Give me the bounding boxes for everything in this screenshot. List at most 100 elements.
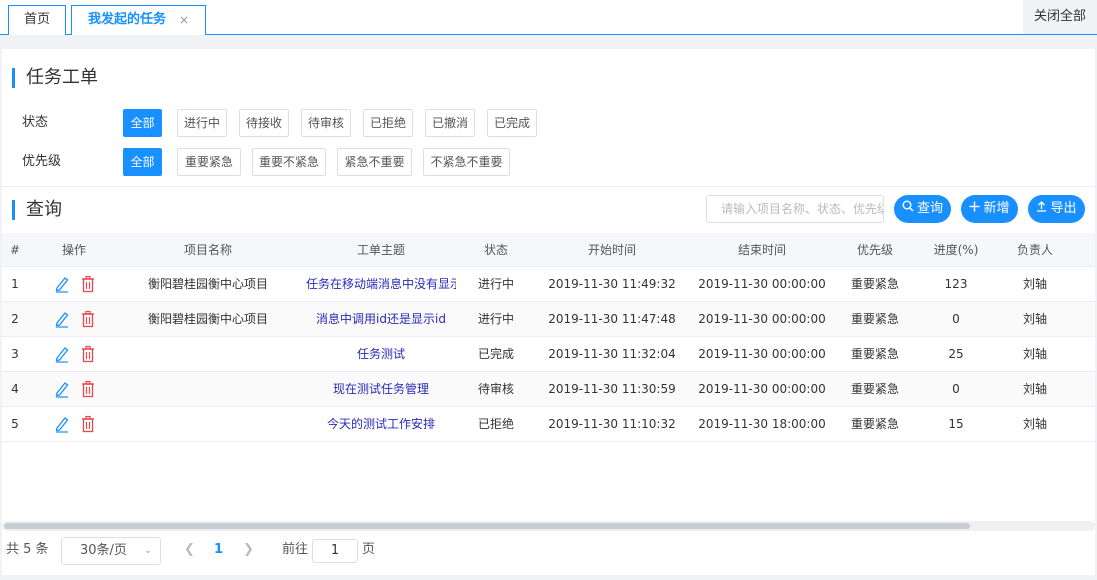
delete-icon[interactable] (80, 275, 96, 293)
col-owner-cell: 刘轴 (1022, 312, 1047, 326)
delete-icon[interactable] (80, 415, 96, 433)
col-priority-cell: 重要紧急 (850, 347, 899, 361)
col-owner-cell: 刘轴 (1022, 277, 1047, 291)
col-subject-cell[interactable]: 任务测试 (306, 337, 456, 371)
delete-icon[interactable] (80, 380, 96, 398)
delete-icon[interactable] (80, 345, 96, 363)
col-owner-cell: 刘轴 (1022, 347, 1047, 361)
priority-filter-option[interactable]: 紧急不重要 (337, 148, 412, 176)
status-filter-option[interactable]: 已撤消 (425, 109, 475, 137)
table-row: 3 任务测试 已完成 2019-11-30 11:32:04 2019-11-30 00… (2, 337, 1095, 372)
priority-filter-label: 优先级 (22, 154, 62, 169)
horizontal-scrollbar[interactable] (2, 521, 1095, 531)
col-subject-header: 工单主题 (356, 243, 405, 257)
col-start-header: 开始时间 (587, 243, 636, 257)
col-progress-cell: 123 (944, 277, 968, 291)
search-button[interactable]: 查询 (894, 195, 951, 223)
col-owner-header: 负责人 (1016, 243, 1053, 257)
priority-filter-option[interactable]: 重要紧急 (177, 148, 241, 176)
col-index-header: # (9, 243, 21, 257)
col-end-cell: 2019-11-30 00:00:00 (698, 382, 826, 396)
goto-page-input[interactable]: 1 (312, 539, 358, 563)
tab-my-tasks[interactable]: 我发起的任务 × (71, 5, 206, 35)
col-subject-cell[interactable]: 现在测试任务管理 (306, 372, 456, 406)
col-index-cell: 5 (11, 417, 19, 431)
col-priority-header: 优先级 (856, 243, 893, 257)
col-status-cell: 已拒绝 (477, 417, 514, 431)
status-filter-option[interactable]: 全部 (123, 109, 162, 137)
status-filter-option[interactable]: 进行中 (177, 109, 227, 137)
col-project-cell: 衡阳碧桂园衡中心项目 (147, 312, 268, 326)
col-priority-cell: 重要紧急 (850, 382, 899, 396)
col-end-header: 结束时间 (737, 243, 786, 257)
status-filter-option[interactable]: 待接收 (239, 109, 289, 137)
col-status-cell: 进行中 (477, 277, 514, 291)
search-icon (902, 195, 914, 223)
priority-filter-option[interactable]: 重要不紧急 (252, 148, 326, 176)
col-progress-cell: 25 (948, 347, 964, 361)
edit-icon[interactable] (54, 310, 70, 328)
pagination: 共 5 条 30条/页 ⌄ ❮ 1 ❯ 前往 1 页 (2, 535, 1095, 565)
status-filter-option[interactable]: 待审核 (301, 109, 351, 137)
col-progress-header: 进度(%) (933, 243, 979, 257)
plus-icon (969, 195, 980, 223)
close-all-button[interactable]: 关闭全部 (1023, 0, 1097, 34)
tab-home[interactable]: 首页 (8, 5, 66, 35)
table-body: 1 衡阳碧桂园衡中心项目 任务在移动端消息中没有显示 进行中 2019-11-30 11… (2, 267, 1095, 442)
main-panel: 任务工单 状态 全部 进行中 待接收 待审核 已拒绝 已撤消 已完成 优先级 全部 重要紧急重… (2, 49, 1095, 575)
search-input[interactable]: 请输入项目名称、状态、优先级 (706, 195, 884, 223)
col-progress-cell: 0 (952, 312, 960, 326)
col-subject-cell[interactable]: 消息中调用id还是显示id (306, 302, 456, 336)
table-row: 2 衡阳碧桂园衡中心项目 消息中调用id还是显示id 进行中 2019-11-30 11… (2, 302, 1095, 337)
col-status-cell: 进行中 (477, 312, 514, 326)
edit-icon[interactable] (54, 345, 70, 363)
section-title: 任务工单 (12, 67, 98, 89)
status-filter-option[interactable]: 已完成 (487, 109, 537, 137)
page-size-select[interactable]: 30条/页 ⌄ (61, 537, 161, 565)
col-status-cell: 待审核 (477, 382, 514, 396)
priority-filter-option[interactable]: 全部 (123, 148, 162, 176)
col-index-cell: 1 (11, 277, 19, 291)
col-end-cell: 2019-11-30 00:00:00 (698, 347, 826, 361)
edit-icon[interactable] (54, 415, 70, 433)
current-page-number[interactable]: 1 (214, 535, 223, 565)
delete-icon[interactable] (80, 310, 96, 328)
priority-filter-option[interactable]: 不紧急不重要 (423, 148, 510, 176)
scrollbar-thumb[interactable] (4, 523, 970, 529)
col-progress-cell: 0 (952, 382, 960, 396)
col-owner-cell: 刘轴 (1022, 382, 1047, 396)
col-priority-cell: 重要紧急 (850, 417, 899, 431)
edit-icon[interactable] (54, 275, 70, 293)
task-table: # 操作 项目名称 工单主题 状态 开始时间 结束时间 优先级 进度(%) 负责人 1 衡阳碧桂园衡… (2, 233, 1095, 442)
tab-home-label: 首页 (23, 12, 50, 27)
col-index-cell: 2 (11, 312, 19, 326)
edit-icon[interactable] (54, 380, 70, 398)
export-button[interactable]: 导出 (1028, 195, 1085, 223)
add-button-label: 新增 (983, 201, 1010, 216)
table-row: 1 衡阳碧桂园衡中心项目 任务在移动端消息中没有显示 进行中 2019-11-30 11… (2, 267, 1095, 302)
col-project-cell (132, 337, 284, 371)
prev-page-icon[interactable]: ❮ (184, 535, 195, 565)
col-end-cell: 2019-11-30 00:00:00 (698, 312, 826, 326)
query-title: 查询 (12, 199, 62, 221)
col-progress-cell: 15 (948, 417, 964, 431)
export-icon (1036, 195, 1047, 223)
close-tab-icon[interactable]: × (179, 6, 189, 34)
col-project-cell (132, 407, 284, 441)
chevron-down-icon: ⌄ (143, 545, 152, 556)
table-header: # 操作 项目名称 工单主题 状态 开始时间 结束时间 优先级 进度(%) 负责人 (2, 233, 1095, 267)
col-start-cell: 2019-11-30 11:30:59 (548, 382, 676, 396)
col-priority-cell: 重要紧急 (850, 312, 899, 326)
col-status-header: 状态 (483, 243, 508, 257)
status-filter-option[interactable]: 已拒绝 (363, 109, 413, 137)
col-subject-cell[interactable]: 任务在移动端消息中没有显示 (306, 267, 456, 301)
add-button[interactable]: 新增 (961, 195, 1018, 223)
col-index-cell: 4 (11, 382, 19, 396)
col-project-cell (132, 372, 284, 406)
col-start-cell: 2019-11-30 11:10:32 (548, 417, 676, 431)
col-subject-cell[interactable]: 今天的测试工作安排 (306, 407, 456, 441)
col-start-cell: 2019-11-30 11:47:48 (548, 312, 676, 326)
table-row: 5 今天的测试工作安排 已拒绝 2019-11-30 11:10:32 2019-11-… (2, 407, 1095, 442)
export-button-label: 导出 (1050, 201, 1077, 216)
next-page-icon[interactable]: ❯ (243, 535, 254, 565)
